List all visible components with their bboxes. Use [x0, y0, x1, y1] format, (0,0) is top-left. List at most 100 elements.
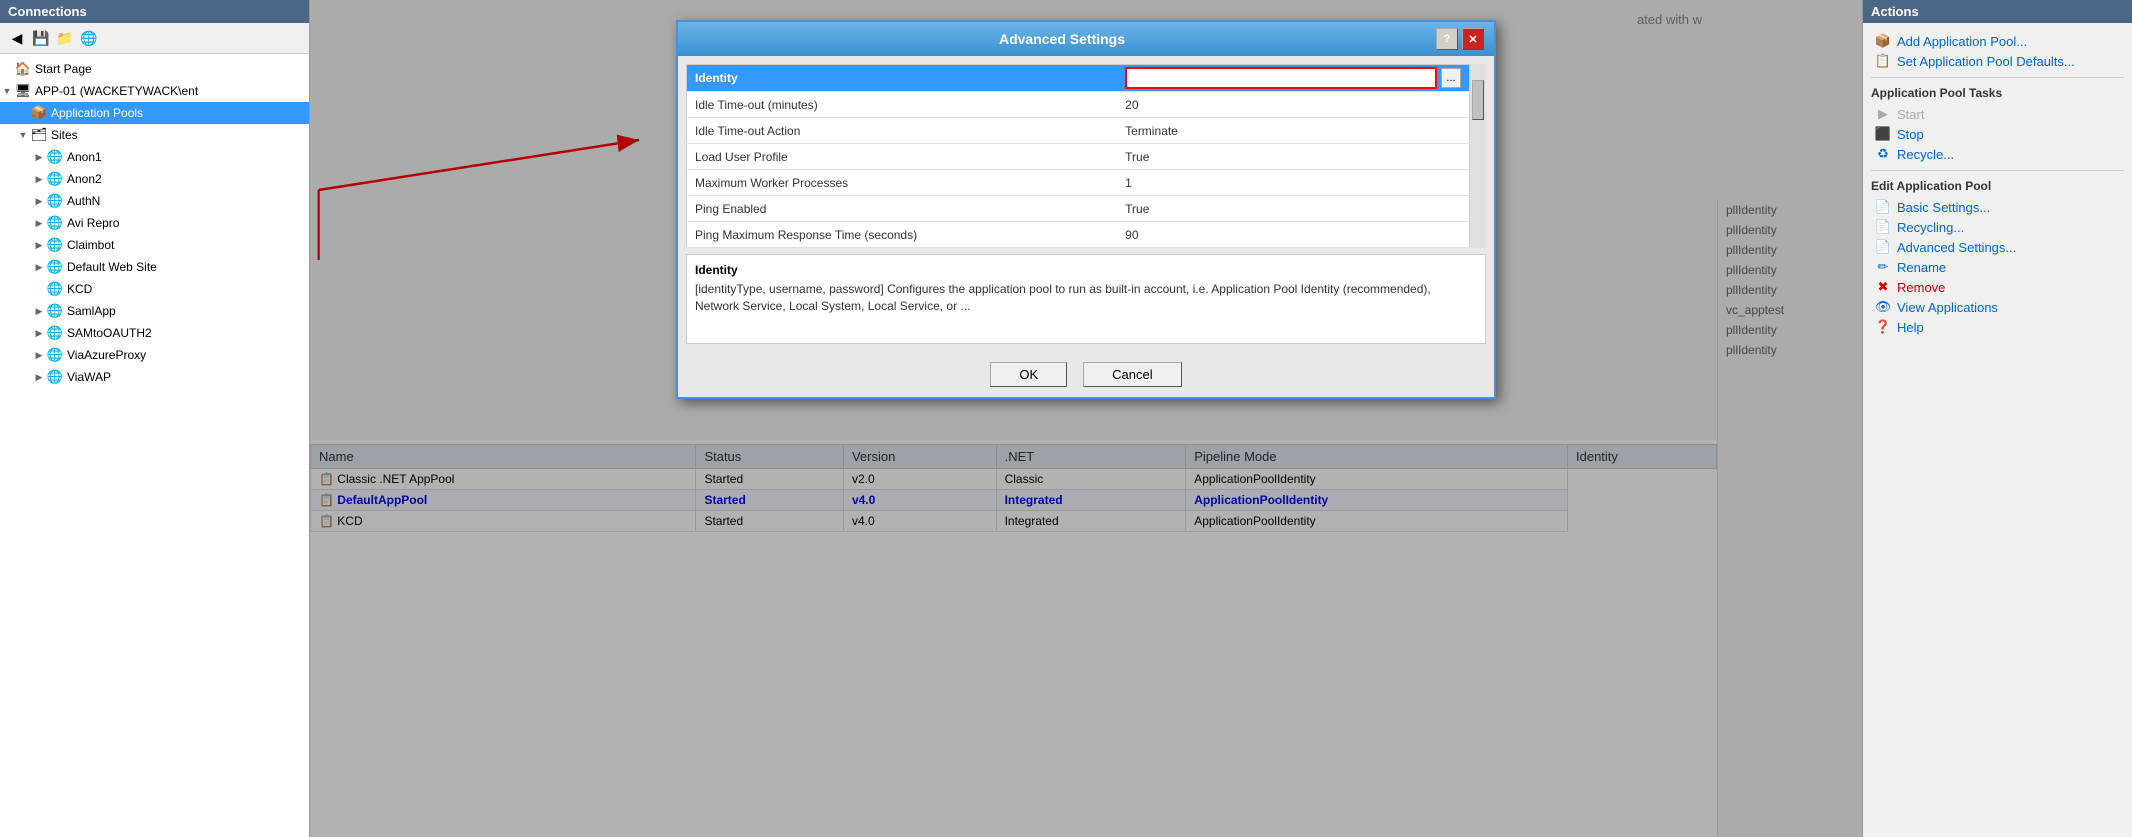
action-item-stop[interactable]: ⬛Stop	[1871, 124, 2124, 144]
tree-expand-start-page[interactable]	[0, 64, 14, 74]
back-button[interactable]: ◀	[6, 27, 28, 49]
tree-icon-samlapp: 🌐	[46, 302, 64, 320]
action-label: Remove	[1897, 280, 1945, 295]
tree-item-viawap[interactable]: ▶ 🌐 ViaWAP	[0, 366, 309, 388]
tree-item-anon2[interactable]: ▶ 🌐 Anon2	[0, 168, 309, 190]
tree-item-start-page[interactable]: 🏠 Start Page	[0, 58, 309, 80]
center-panel: ated with w NameStatusVersion.NETPipelin…	[310, 0, 1862, 837]
tree-icon-app01: 🖥	[14, 82, 32, 100]
ok-button[interactable]: OK	[990, 362, 1067, 387]
tree-item-app-pools[interactable]: 📦 Application Pools	[0, 102, 309, 124]
action-label: Set Application Pool Defaults...	[1897, 54, 2075, 69]
action-item-remove[interactable]: ✖ Remove	[1871, 277, 2124, 297]
tree-label-samlapp: SamlApp	[67, 304, 116, 318]
setting-label-6: Ping Maximum Response Time (seconds)	[687, 222, 1118, 248]
setting-value-1: 20	[1117, 92, 1469, 118]
globe-button[interactable]: 🌐	[78, 27, 100, 49]
action-icon: ✏	[1875, 259, 1891, 275]
tree-item-claimbot[interactable]: ▶ 🌐 Claimbot	[0, 234, 309, 256]
tree-expand-avirepro[interactable]: ▶	[32, 218, 46, 229]
modal-title: Advanced Settings	[688, 31, 1436, 47]
setting-label-1: Idle Time-out (minutes)	[687, 92, 1118, 118]
settings-row-3: Load User Profile True	[687, 144, 1470, 170]
action-icon: ♻	[1875, 146, 1891, 162]
action-label: Recycling...	[1897, 220, 1964, 235]
save-button[interactable]: 💾	[30, 27, 52, 49]
help-button[interactable]: ?	[1436, 28, 1458, 50]
action-icon: 👁	[1875, 299, 1891, 315]
tree-icon-viaazureproxy: 🌐	[46, 346, 64, 364]
ellipsis-button[interactable]: ...	[1441, 68, 1461, 88]
cancel-button[interactable]: Cancel	[1083, 362, 1181, 387]
tree-icon-authn: 🌐	[46, 192, 64, 210]
main-layout: Connections ◀ 💾 📁 🌐 🏠 Start Page ▼ 🖥 APP…	[0, 0, 2132, 837]
action-item-help[interactable]: ❓Help	[1871, 317, 2124, 337]
settings-scroll-content: Identity wacketywack\svc_apptest ... Idl…	[686, 64, 1470, 248]
action-item-advanced-settings-[interactable]: 📄Advanced Settings...	[1871, 237, 2124, 257]
setting-value-0: wacketywack\svc_apptest ...	[1117, 65, 1469, 92]
action-group-title: Edit Application Pool	[1871, 179, 2124, 193]
description-title: Identity	[695, 263, 1477, 277]
tree-expand-app01[interactable]: ▼	[0, 86, 14, 96]
folder-button[interactable]: 📁	[54, 27, 76, 49]
tree-item-kcd[interactable]: 🌐 KCD	[0, 278, 309, 300]
action-link-set-application-pool-defaults-[interactable]: 📋Set Application Pool Defaults...	[1871, 51, 2124, 71]
action-icon: 📦	[1875, 33, 1891, 49]
actions-title: Actions	[1871, 4, 1919, 19]
tree-item-sites[interactable]: ▼ 🗂 Sites	[0, 124, 309, 146]
action-label: Recycle...	[1897, 147, 1954, 162]
tree-expand-claimbot[interactable]: ▶	[32, 240, 46, 251]
tree-expand-kcd[interactable]	[32, 284, 46, 294]
connections-toolbar: ◀ 💾 📁 🌐	[0, 23, 309, 54]
tree-item-avirepro[interactable]: ▶ 🌐 Avi Repro	[0, 212, 309, 234]
action-item-recycling-[interactable]: 📄Recycling...	[1871, 217, 2124, 237]
scrollbar[interactable]	[1470, 64, 1486, 248]
tree-expand-samlapp[interactable]: ▶	[32, 306, 46, 317]
action-label: Advanced Settings...	[1897, 240, 2016, 255]
setting-value-4: 1	[1117, 170, 1469, 196]
tree-item-defaultwebsite[interactable]: ▶ 🌐 Default Web Site	[0, 256, 309, 278]
tree-expand-anon1[interactable]: ▶	[32, 152, 46, 163]
tree-expand-samtooauth2[interactable]: ▶	[32, 328, 46, 339]
settings-row-4: Maximum Worker Processes 1	[687, 170, 1470, 196]
actions-header: Actions	[1863, 0, 2132, 23]
tree-label-viawap: ViaWAP	[67, 370, 111, 384]
action-item-recycle-[interactable]: ♻ Recycle...	[1871, 144, 2124, 164]
settings-row-0: Identity wacketywack\svc_apptest ...	[687, 65, 1470, 92]
tree-icon-samtooauth2: 🌐	[46, 324, 64, 342]
action-label: View Applications	[1897, 300, 1998, 315]
tree-expand-viaazureproxy[interactable]: ▶	[32, 350, 46, 361]
action-link-add-application-pool-[interactable]: 📦Add Application Pool...	[1871, 31, 2124, 51]
tree-label-avirepro: Avi Repro	[67, 216, 119, 230]
action-item-view-applications[interactable]: 👁 View Applications	[1871, 297, 2124, 317]
tree-item-samlapp[interactable]: ▶ 🌐 SamlApp	[0, 300, 309, 322]
tree-label-start-page: Start Page	[35, 62, 92, 76]
tree-expand-app-pools[interactable]	[16, 108, 30, 118]
tree-expand-sites[interactable]: ▼	[16, 130, 30, 140]
action-item-basic-settings-[interactable]: 📄Basic Settings...	[1871, 197, 2124, 217]
action-icon: ▶	[1875, 106, 1891, 122]
settings-row-2: Idle Time-out Action Terminate	[687, 118, 1470, 144]
tree-item-anon1[interactable]: ▶ 🌐 Anon1	[0, 146, 309, 168]
setting-label-5: Ping Enabled	[687, 196, 1118, 222]
advanced-settings-modal: Advanced Settings ? ✕ Identity wacketywa…	[676, 20, 1496, 399]
action-label: Rename	[1897, 260, 1946, 275]
modal-controls: ? ✕	[1436, 28, 1484, 50]
tree-expand-authn[interactable]: ▶	[32, 196, 46, 207]
tree-expand-anon2[interactable]: ▶	[32, 174, 46, 185]
close-button[interactable]: ✕	[1462, 28, 1484, 50]
tree-icon-anon2: 🌐	[46, 170, 64, 188]
tree-expand-viawap[interactable]: ▶	[32, 372, 46, 383]
action-label: Stop	[1897, 127, 1924, 142]
action-item-rename[interactable]: ✏ Rename	[1871, 257, 2124, 277]
action-icon: ✖	[1875, 279, 1891, 295]
tree-label-app-pools: Application Pools	[51, 106, 143, 120]
tree-item-app01[interactable]: ▼ 🖥 APP-01 (WACKETYWACK\ent	[0, 80, 309, 102]
tree-item-authn[interactable]: ▶ 🌐 AuthN	[0, 190, 309, 212]
tree-label-kcd: KCD	[67, 282, 92, 296]
tree-item-viaazureproxy[interactable]: ▶ 🌐 ViaAzureProxy	[0, 344, 309, 366]
tree-label-app01: APP-01 (WACKETYWACK\ent	[35, 84, 198, 98]
modal-footer: OK Cancel	[678, 352, 1494, 397]
tree-expand-defaultwebsite[interactable]: ▶	[32, 262, 46, 273]
tree-item-samtooauth2[interactable]: ▶ 🌐 SAMtoOAUTH2	[0, 322, 309, 344]
